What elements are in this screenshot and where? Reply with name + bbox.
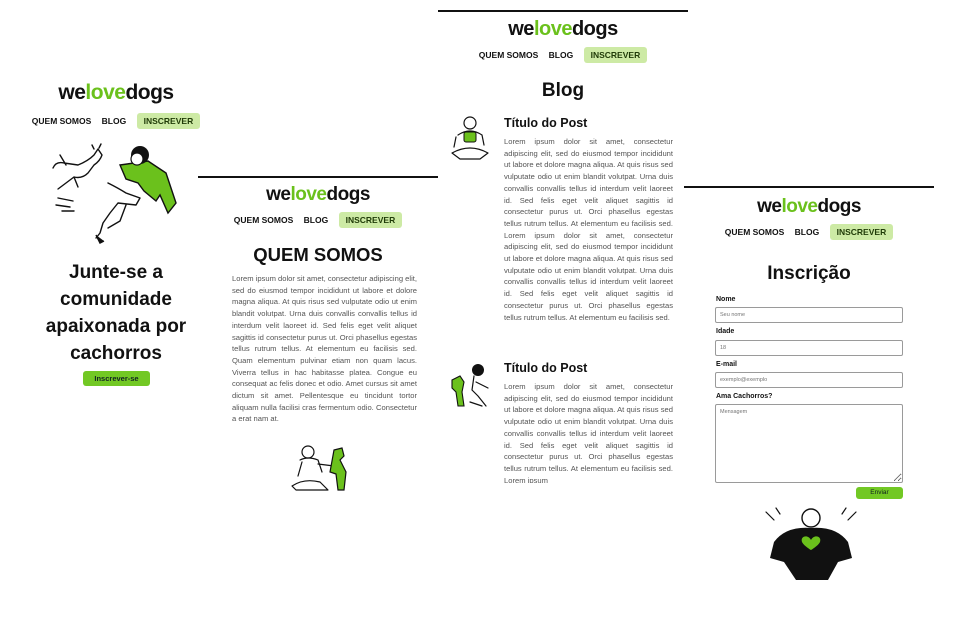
post-title[interactable]: Título do Post	[504, 361, 587, 375]
man-sitting-with-dog-illustration	[291, 445, 347, 491]
main-nav: QUEM SOMOS BLOG INSCREVER	[438, 47, 688, 63]
nav-signup-button[interactable]: INSCREVER	[583, 47, 648, 63]
main-nav: QUEM SOMOS BLOG INSCREVER	[198, 212, 438, 228]
submit-button[interactable]: Enviar	[856, 487, 903, 499]
logo[interactable]: welovedogs	[0, 81, 232, 105]
signup-screen: welovedogs QUEM SOMOS BLOG INSCREVER Ins…	[684, 186, 934, 586]
nav-signup-button[interactable]: INSCREVER	[136, 113, 201, 129]
email-label: E-mail	[716, 361, 738, 368]
nav-link-about[interactable]: QUEM SOMOS	[479, 50, 539, 60]
post-title[interactable]: Título do Post	[504, 116, 587, 130]
top-border	[198, 176, 438, 178]
post-thumbnail	[451, 364, 489, 407]
logo[interactable]: welovedogs	[684, 196, 934, 218]
blog-screen: welovedogs QUEM SOMOS BLOG INSCREVER Blo…	[438, 10, 688, 483]
nav-signup-button[interactable]: INSCREVER	[829, 224, 894, 240]
page-title: Inscrição	[767, 263, 851, 284]
nav-link-blog[interactable]: BLOG	[549, 50, 574, 60]
nav-link-about[interactable]: QUEM SOMOS	[725, 227, 785, 237]
dogs-label: Ama Cachorros?	[716, 393, 773, 400]
nav-link-blog[interactable]: BLOG	[304, 215, 329, 225]
message-field[interactable]	[715, 404, 903, 483]
post-thumbnail	[451, 116, 489, 160]
about-paragraph: Lorem ipsum dolor sit amet, consectetur …	[232, 274, 417, 424]
home-signup-button[interactable]: Inscrever-se	[83, 371, 150, 386]
nav-link-about[interactable]: QUEM SOMOS	[32, 116, 92, 126]
page-title: Blog	[541, 80, 585, 101]
home-headline: Junte-se a comunidade apaixonada por cac…	[45, 262, 187, 364]
nav-link-blog[interactable]: BLOG	[102, 116, 127, 126]
man-with-heart-illustration	[765, 507, 857, 580]
main-nav: QUEM SOMOS BLOG INSCREVER	[684, 224, 934, 240]
nav-link-about[interactable]: QUEM SOMOS	[234, 215, 294, 225]
page-title: QUEM SOMOS	[253, 244, 383, 265]
nav-link-blog[interactable]: BLOG	[795, 227, 820, 237]
name-label: Nome	[716, 296, 736, 303]
age-field[interactable]	[715, 340, 903, 356]
logo[interactable]: welovedogs	[438, 18, 688, 41]
top-border	[438, 10, 688, 12]
email-field[interactable]	[715, 372, 903, 388]
main-nav: QUEM SOMOS BLOG INSCREVER	[0, 113, 232, 129]
name-field[interactable]	[715, 307, 903, 323]
man-with-dog-illustration	[52, 143, 177, 244]
post-text: Lorem ipsum dolor sit amet, consectetur …	[504, 382, 673, 483]
age-label: Idade	[716, 328, 735, 335]
post-text: Lorem ipsum dolor sit amet, consectetur …	[504, 137, 673, 322]
top-border	[684, 186, 934, 188]
nav-signup-button[interactable]: INSCREVER	[338, 212, 403, 228]
about-screen: welovedogs QUEM SOMOS BLOG INSCREVER QUE…	[198, 176, 438, 506]
logo[interactable]: welovedogs	[198, 184, 438, 206]
